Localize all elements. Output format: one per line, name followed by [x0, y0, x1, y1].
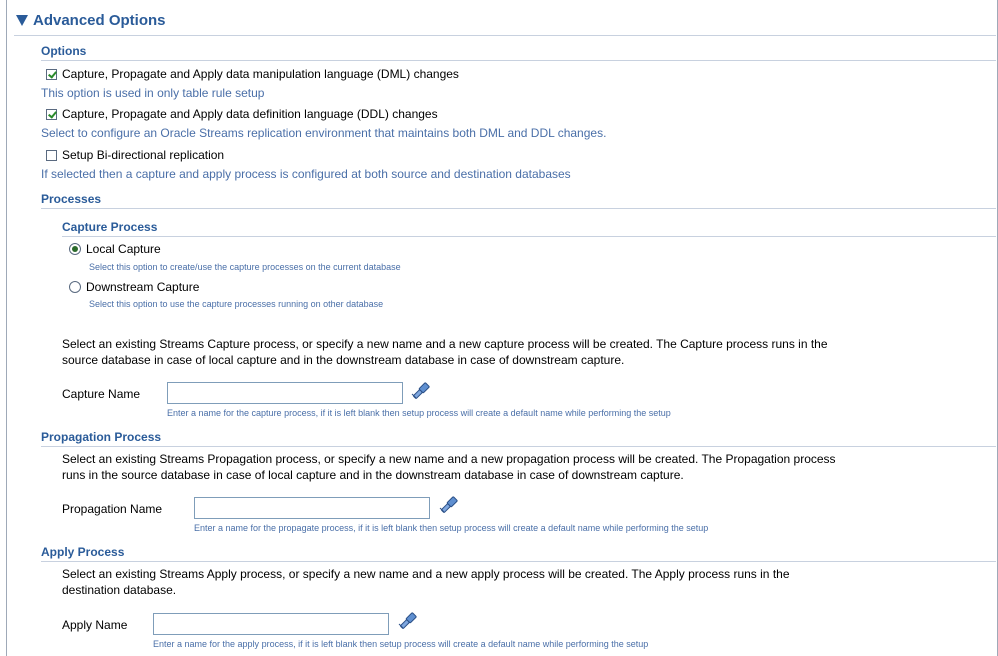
downstream-capture-label[interactable]: Downstream Capture: [86, 280, 199, 294]
downstream-capture-radio[interactable]: [69, 281, 81, 293]
downstream-capture-help: Select this option to use the capture pr…: [89, 299, 384, 309]
capture-description-line-2: source database in case of local capture…: [62, 353, 625, 367]
capture-name-input[interactable]: [167, 382, 403, 404]
local-capture-help: Select this option to create/use the cap…: [89, 262, 401, 272]
advanced-options-title[interactable]: Advanced Options: [33, 12, 166, 29]
capture-name-label: Capture Name: [62, 387, 141, 401]
propagation-name-hint: Enter a name for the propagate process, …: [194, 523, 709, 533]
dml-help: This option is used in only table rule s…: [41, 86, 265, 100]
apply-divider: [41, 561, 996, 562]
local-capture-label[interactable]: Local Capture: [86, 242, 161, 256]
propagation-description-line-1: Select an existing Streams Propagation p…: [62, 452, 836, 466]
propagation-description-line-2: runs in the source database in case of l…: [62, 468, 684, 482]
propagation-process-heading: Propagation Process: [41, 430, 162, 444]
options-divider: [41, 60, 996, 61]
ddl-help: Select to configure an Oracle Streams re…: [41, 126, 607, 140]
propagation-name-label: Propagation Name: [62, 502, 163, 516]
apply-name-input[interactable]: [153, 613, 389, 635]
ddl-checkbox[interactable]: [46, 109, 57, 120]
options-heading: Options: [41, 44, 87, 58]
triangle-down-icon[interactable]: [16, 15, 28, 26]
ddl-checkbox-label[interactable]: Capture, Propagate and Apply data defini…: [62, 107, 438, 121]
processes-heading: Processes: [41, 192, 102, 206]
apply-process-heading: Apply Process: [41, 545, 125, 559]
capture-process-heading: Capture Process: [62, 220, 158, 234]
flashlight-icon[interactable]: [397, 610, 419, 632]
flashlight-icon[interactable]: [438, 494, 460, 516]
bidirectional-checkbox-label[interactable]: Setup Bi-directional replication: [62, 148, 224, 162]
propagation-divider: [41, 446, 996, 447]
bidirectional-help: If selected then a capture and apply pro…: [41, 167, 571, 181]
advanced-options-header[interactable]: Advanced Options: [14, 11, 996, 36]
apply-description-line-2: destination database.: [62, 583, 177, 597]
capture-description-line-1: Select an existing Streams Capture proce…: [62, 337, 828, 351]
propagation-name-input[interactable]: [194, 497, 430, 519]
dml-checkbox[interactable]: [46, 69, 57, 80]
capture-divider: [62, 236, 996, 237]
apply-name-label: Apply Name: [62, 618, 128, 632]
bidirectional-checkbox[interactable]: [46, 150, 57, 161]
dml-checkbox-label[interactable]: Capture, Propagate and Apply data manipu…: [62, 67, 459, 81]
capture-description: Select an existing Streams Capture proce…: [62, 336, 992, 368]
local-capture-radio[interactable]: [69, 243, 81, 255]
capture-name-hint: Enter a name for the capture process, if…: [167, 408, 671, 418]
processes-divider: [41, 208, 996, 209]
apply-description: Select an existing Streams Apply process…: [62, 566, 992, 598]
propagation-description: Select an existing Streams Propagation p…: [62, 451, 992, 483]
apply-description-line-1: Select an existing Streams Apply process…: [62, 567, 790, 581]
flashlight-icon[interactable]: [410, 380, 432, 402]
apply-name-hint: Enter a name for the apply process, if i…: [153, 639, 649, 649]
